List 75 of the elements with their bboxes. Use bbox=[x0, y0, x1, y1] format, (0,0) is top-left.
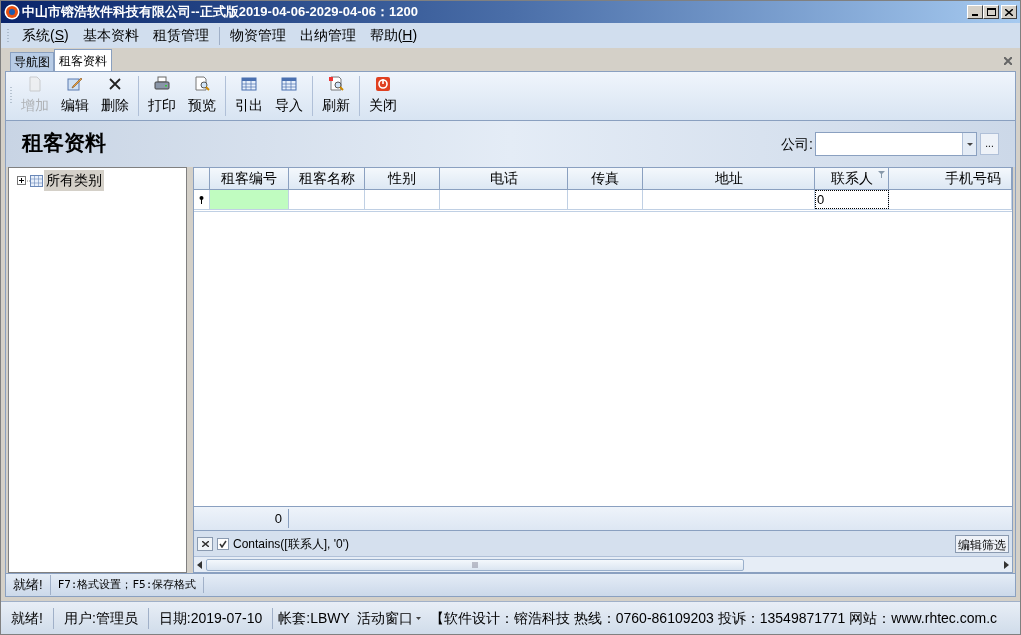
table-cell[interactable] bbox=[210, 190, 289, 209]
filter-checkbox[interactable] bbox=[217, 537, 229, 550]
tree-item[interactable]: 所有类别 bbox=[44, 170, 104, 191]
browse-button[interactable]: ... bbox=[980, 133, 999, 155]
toolbar-button[interactable]: 关闭 bbox=[363, 76, 403, 116]
status-text: 用户:管理员 bbox=[53, 607, 149, 629]
document-icon bbox=[27, 76, 43, 92]
window-title: 中山市镕浩软件科技有限公司--正式版2019-04-06-2029-04-06：1200 bbox=[22, 3, 418, 22]
menu-item[interactable]: 租赁管理 bbox=[145, 25, 216, 46]
new-row-icon bbox=[199, 195, 204, 204]
check-icon bbox=[219, 539, 227, 548]
status-text: 就绪! bbox=[6, 575, 51, 595]
toolbar-button[interactable]: 导入 bbox=[269, 76, 309, 116]
minimize-button[interactable] bbox=[967, 5, 983, 19]
column-header[interactable]: 电话 bbox=[440, 168, 568, 189]
close-icon bbox=[201, 540, 209, 547]
printer-icon bbox=[154, 76, 170, 92]
filter-text: Contains([联系人], '0') bbox=[233, 535, 349, 553]
edit-icon bbox=[67, 76, 83, 92]
menu-item[interactable]: 帮助(H) bbox=[362, 25, 425, 46]
close-button[interactable] bbox=[1001, 5, 1017, 19]
expand-icon[interactable] bbox=[17, 176, 26, 185]
column-header[interactable]: 手机号码 bbox=[889, 168, 1012, 189]
table-icon bbox=[281, 76, 297, 92]
horizontal-scrollbar[interactable] bbox=[194, 556, 1012, 572]
grip-icon bbox=[472, 561, 478, 568]
close-icon[interactable] bbox=[1004, 57, 1012, 65]
column-header[interactable]: 地址 bbox=[643, 168, 815, 189]
refresh-document-icon bbox=[328, 76, 344, 92]
clear-filter-button[interactable] bbox=[197, 536, 213, 551]
close-icon bbox=[1005, 8, 1013, 16]
menu-item[interactable]: 系统(S) bbox=[15, 25, 76, 46]
filter-icon[interactable] bbox=[878, 171, 885, 178]
menu-item[interactable]: 基本资料 bbox=[75, 25, 146, 46]
toolbar-button[interactable]: 编辑 bbox=[55, 76, 95, 116]
minimize-icon bbox=[972, 14, 978, 16]
tab[interactable]: 租客资料 bbox=[54, 49, 112, 71]
window-dropdown[interactable]: 活动窗口 bbox=[352, 607, 425, 629]
company-label: 公司: bbox=[781, 134, 813, 154]
column-header[interactable]: 租客名称 bbox=[289, 168, 365, 189]
dropdown-caret-icon bbox=[962, 133, 976, 155]
status-text: 就绪! bbox=[1, 607, 54, 629]
maximize-button[interactable] bbox=[983, 5, 999, 19]
tab[interactable]: 导航图 bbox=[10, 52, 54, 71]
company-dropdown[interactable] bbox=[815, 132, 977, 156]
toolbar-button[interactable]: 打印 bbox=[142, 76, 182, 116]
table-cell[interactable]: 0 bbox=[815, 190, 889, 209]
toolbar-button[interactable]: 刷新 bbox=[316, 76, 356, 116]
column-header[interactable]: 联系人 bbox=[815, 168, 889, 189]
maximize-icon bbox=[986, 8, 996, 16]
toolbar-button[interactable]: 引出 bbox=[229, 76, 269, 116]
column-header[interactable]: 性别 bbox=[365, 168, 440, 189]
power-icon bbox=[375, 76, 391, 92]
status-text: 【软件设计：镕浩科技 热线：0760-86109203 投诉：13549871771 网站：www.rhtec.com.c bbox=[428, 608, 999, 628]
scroll-thumb[interactable] bbox=[206, 558, 744, 571]
caret-icon bbox=[415, 616, 421, 620]
app-logo-icon bbox=[4, 4, 20, 20]
summary-value: 0 bbox=[194, 508, 289, 529]
status-text: F7:格式设置；F5:保存格式 bbox=[50, 576, 205, 594]
table-icon bbox=[241, 76, 257, 92]
scroll-right-icon[interactable] bbox=[1004, 560, 1009, 569]
status-text: 日期:2019-07-10 bbox=[148, 607, 274, 629]
toolbar-button[interactable]: 预览 bbox=[182, 76, 222, 116]
status-text: 帐套:LBWY bbox=[277, 608, 351, 628]
menu-item[interactable]: 物资管理 bbox=[222, 25, 293, 46]
toolbar-button[interactable]: 删除 bbox=[95, 76, 135, 116]
column-header[interactable]: 传真 bbox=[568, 168, 643, 189]
table-icon bbox=[27, 174, 43, 187]
column-header[interactable]: 租客编号 bbox=[210, 168, 289, 189]
edit-filter-button[interactable]: 编辑筛选 bbox=[955, 534, 1009, 553]
page-title: 租客资料 bbox=[22, 130, 106, 158]
menu-item[interactable]: 出纳管理 bbox=[292, 25, 363, 46]
cross-icon bbox=[107, 76, 123, 92]
scroll-left-icon[interactable] bbox=[197, 560, 202, 569]
preview-icon bbox=[194, 76, 210, 92]
